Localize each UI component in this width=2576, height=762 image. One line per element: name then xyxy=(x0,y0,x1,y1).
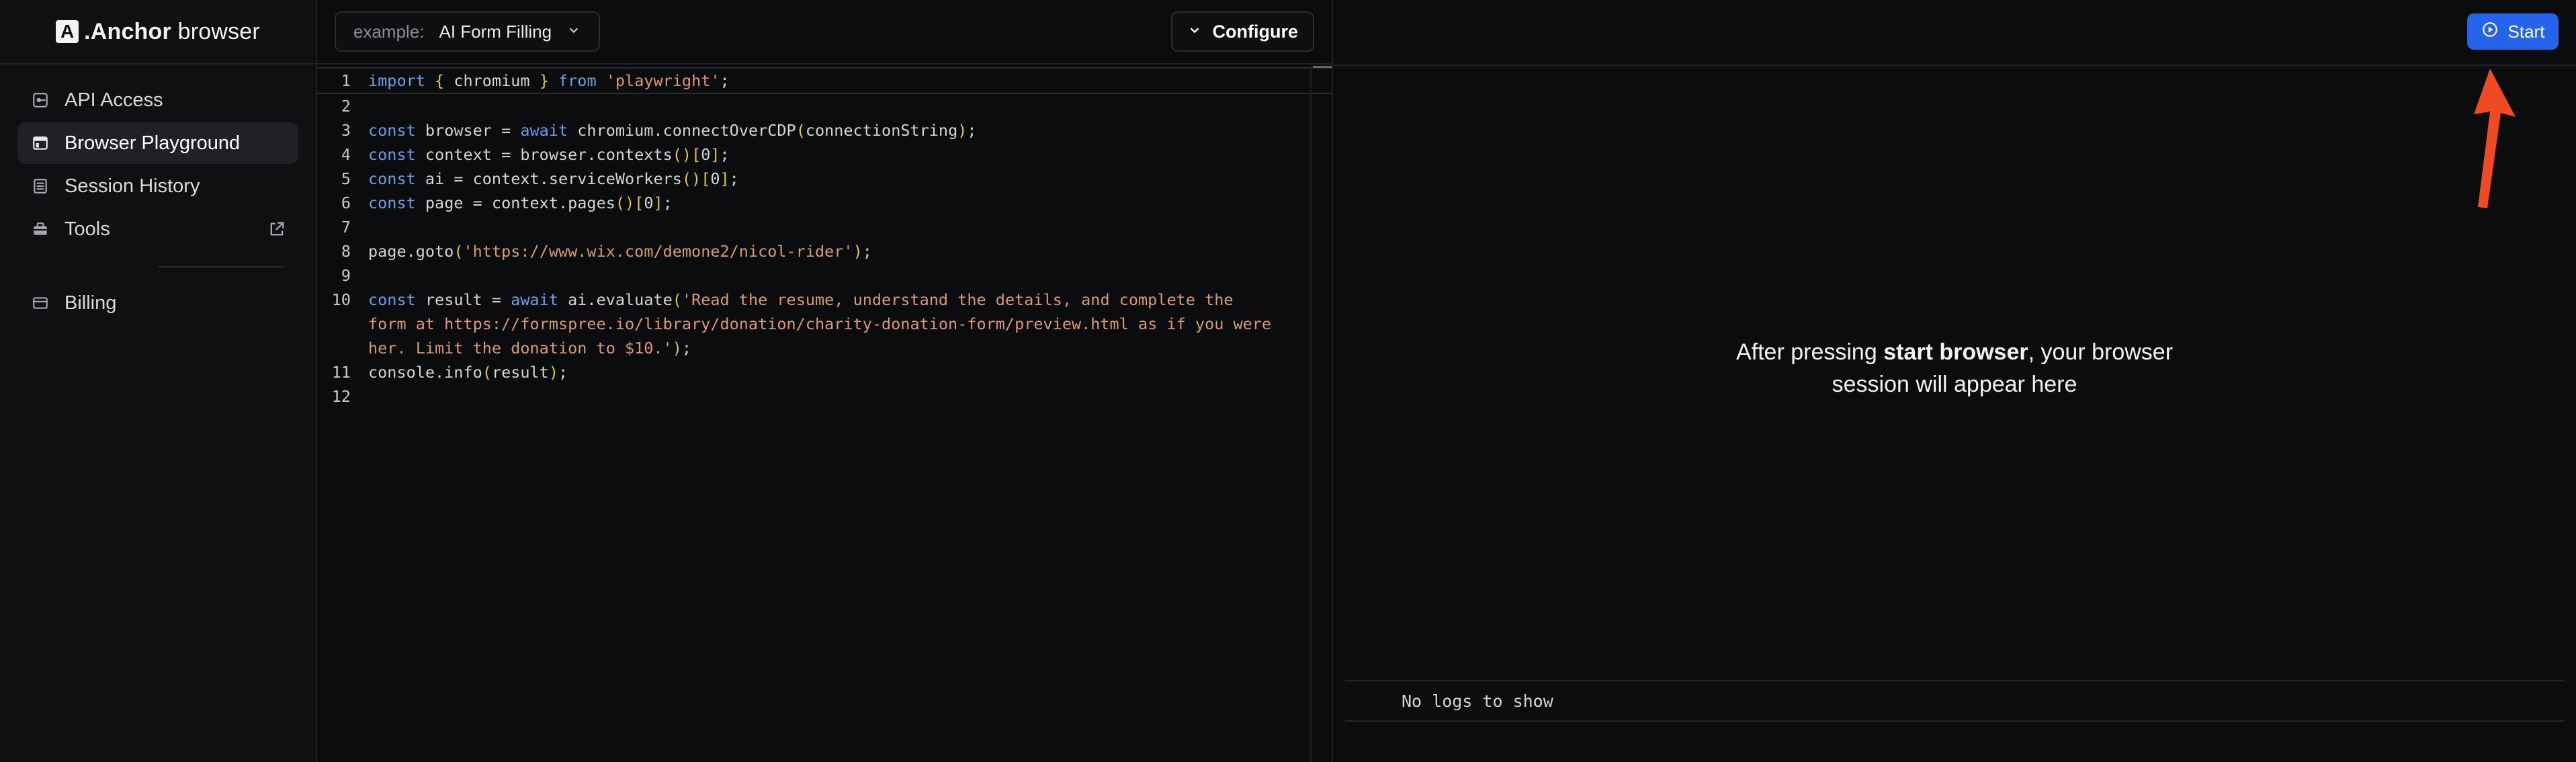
chevron-down-icon xyxy=(1187,22,1202,42)
sidebar: A .Anchor browser API Access Browser Pla… xyxy=(0,0,317,762)
code-line: 3 const browser = await chromium.connectO… xyxy=(341,121,977,140)
anchor-logo-icon: A xyxy=(56,20,79,43)
sidebar-item-browser-playground[interactable]: Browser Playground xyxy=(17,122,298,164)
code-area[interactable]: 1 import { chromium } from 'playwright'; … xyxy=(317,65,1332,409)
brand-name: .Anchor browser xyxy=(84,18,260,44)
example-select[interactable]: example: AI Form Filling xyxy=(335,11,601,52)
external-link-icon[interactable] xyxy=(267,220,286,239)
code-line: 6 const page = context.pages()[0]; xyxy=(341,194,673,212)
code-line: her. Limit the donation to $10.'); xyxy=(368,339,692,357)
code-editor-pane: example: AI Form Filling Configure 1 impo… xyxy=(317,0,1333,762)
code-line: 4 const context = browser.contexts()[0]; xyxy=(341,145,730,164)
sidebar-item-label: Session History xyxy=(65,175,200,197)
sidebar-item-label: API Access xyxy=(65,89,163,111)
code-line: form at https://formspree.io/library/don… xyxy=(368,314,1272,333)
code-line: 2 xyxy=(341,97,351,116)
browser-preview-pane: Start After pressing start browser, your… xyxy=(1333,0,2576,762)
minimap-indicator xyxy=(1313,66,1332,68)
sidebar-item-api-access[interactable]: API Access xyxy=(17,79,298,121)
code-line: 10 const result = await ai.evaluate('Read… xyxy=(331,290,1234,309)
logs-panel: No logs to show xyxy=(1345,680,2564,722)
start-label: Start xyxy=(2507,21,2545,42)
example-prefix: example: xyxy=(353,21,425,42)
session-placeholder: After pressing start browser, your brows… xyxy=(1735,339,2174,397)
start-button[interactable]: Start xyxy=(2467,13,2559,50)
code-line: 11 console.info(result); xyxy=(331,363,568,382)
sidebar-item-billing[interactable]: Billing xyxy=(17,282,298,324)
key-icon xyxy=(31,91,50,110)
toolbox-icon xyxy=(31,220,50,239)
editor-scrollbar-track[interactable] xyxy=(1310,67,1312,762)
browser-window-icon xyxy=(31,134,50,153)
sidebar-item-label: Billing xyxy=(65,292,117,314)
sidebar-item-label: Browser Playground xyxy=(65,132,241,154)
editor-toolbar: example: AI Form Filling Configure xyxy=(317,0,1332,65)
code-line: 7 xyxy=(341,218,351,237)
sidebar-divider xyxy=(159,266,285,267)
list-icon xyxy=(31,177,50,196)
credit-card-icon xyxy=(31,294,50,312)
code-line: 1 import { chromium } from 'playwright'; xyxy=(317,67,1332,94)
preview-toolbar: Start xyxy=(1333,0,2576,66)
configure-button[interactable]: Configure xyxy=(1170,11,1314,52)
play-circle-icon xyxy=(2481,21,2499,43)
arrow-annotation-icon xyxy=(2474,69,2516,208)
example-value: AI Form Filling xyxy=(439,21,552,42)
sidebar-nav: API Access Browser Playground Session Hi… xyxy=(0,65,316,324)
code-line: 9 xyxy=(341,266,351,285)
sidebar-item-tools[interactable]: Tools xyxy=(17,208,298,250)
brand-logo[interactable]: A .Anchor browser xyxy=(0,0,316,65)
configure-label: Configure xyxy=(1212,21,1299,42)
chevron-down-icon xyxy=(566,22,581,42)
sidebar-item-session-history[interactable]: Session History xyxy=(17,165,298,207)
code-line: 5 const ai = context.serviceWorkers()[0]; xyxy=(341,169,739,188)
logs-empty-text: No logs to show xyxy=(1402,691,1553,711)
sidebar-item-label: Tools xyxy=(65,218,110,240)
code-line: 8 page.goto('https://www.wix.com/demone2/… xyxy=(341,242,872,261)
code-line: 12 xyxy=(331,387,351,406)
